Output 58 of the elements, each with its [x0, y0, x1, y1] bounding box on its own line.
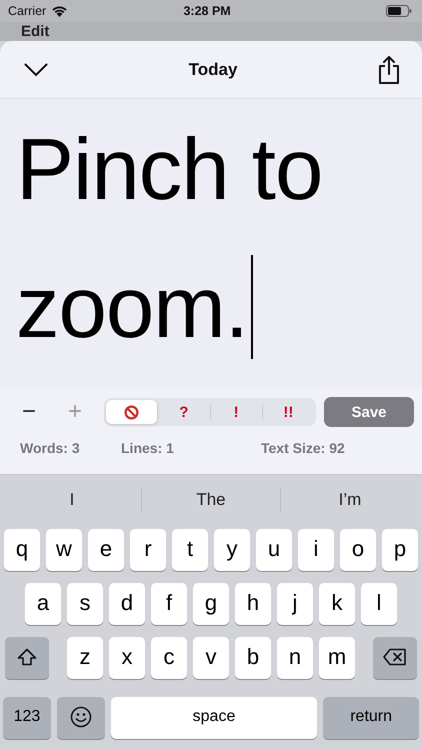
letter-key[interactable]: d: [109, 583, 145, 625]
numbers-key[interactable]: 123: [3, 697, 51, 739]
battery-icon: [386, 5, 412, 17]
shift-icon: [17, 648, 37, 666]
letter-key[interactable]: x: [109, 637, 145, 679]
letter-key[interactable]: g: [193, 583, 229, 625]
letter-key[interactable]: o: [340, 529, 376, 571]
priority-segment[interactable]: ?: [158, 400, 210, 424]
share-icon: [378, 56, 400, 84]
sheet-title: Today: [188, 60, 238, 80]
letter-key[interactable]: h: [235, 583, 271, 625]
save-button[interactable]: Save: [324, 397, 414, 427]
background-title: Edit: [21, 23, 50, 41]
letter-key[interactable]: k: [319, 583, 355, 625]
letter-key[interactable]: v: [193, 637, 229, 679]
letter-key[interactable]: c: [151, 637, 187, 679]
shift-key[interactable]: [5, 637, 49, 679]
letter-key[interactable]: s: [67, 583, 103, 625]
letter-key[interactable]: w: [46, 529, 82, 571]
letter-key[interactable]: b: [235, 637, 271, 679]
letter-key[interactable]: e: [88, 529, 124, 571]
letter-key[interactable]: p: [382, 529, 418, 571]
letter-key[interactable]: l: [361, 583, 397, 625]
status-time: 3:28 PM: [182, 4, 232, 18]
stat-label: Words: 3: [20, 440, 81, 456]
collapse-button[interactable]: [24, 62, 48, 76]
suggestion-item[interactable]: The: [142, 490, 280, 510]
wifi-icon: [51, 5, 68, 17]
letter-key[interactable]: z: [67, 637, 103, 679]
zoom-out-button[interactable]: −: [14, 398, 44, 426]
letter-key[interactable]: y: [214, 529, 250, 571]
carrier-name: Carrier: [8, 4, 46, 18]
suggestion-item[interactable]: I’m: [281, 490, 419, 510]
backspace-key[interactable]: [373, 637, 417, 679]
return-key[interactable]: return: [323, 697, 419, 739]
smiley-icon: [70, 706, 92, 728]
backspace-icon: [383, 648, 407, 666]
prohibited-icon: [124, 404, 140, 420]
emoji-key[interactable]: [56, 697, 105, 739]
letter-key[interactable]: i: [298, 529, 334, 571]
priority-segment[interactable]: !: [210, 400, 262, 424]
letter-key[interactable]: u: [256, 529, 292, 571]
stat-label: Lines: 1: [121, 440, 175, 456]
priority-segment[interactable]: [106, 400, 158, 424]
letter-key[interactable]: q: [4, 529, 40, 571]
letter-key[interactable]: f: [151, 583, 187, 625]
letter-key[interactable]: a: [25, 583, 61, 625]
letter-key[interactable]: j: [277, 583, 313, 625]
suggestion-item[interactable]: I: [3, 490, 141, 510]
letter-key[interactable]: m: [319, 637, 355, 679]
space-key[interactable]: space: [110, 697, 318, 739]
priority-segment[interactable]: !!: [262, 400, 314, 424]
share-button[interactable]: [378, 56, 400, 84]
stat-label: Text Size: 92: [261, 440, 345, 456]
letter-key[interactable]: t: [172, 529, 208, 571]
chevron-down-icon: [24, 62, 48, 76]
letter-key[interactable]: n: [277, 637, 313, 679]
letter-key[interactable]: r: [130, 529, 166, 571]
